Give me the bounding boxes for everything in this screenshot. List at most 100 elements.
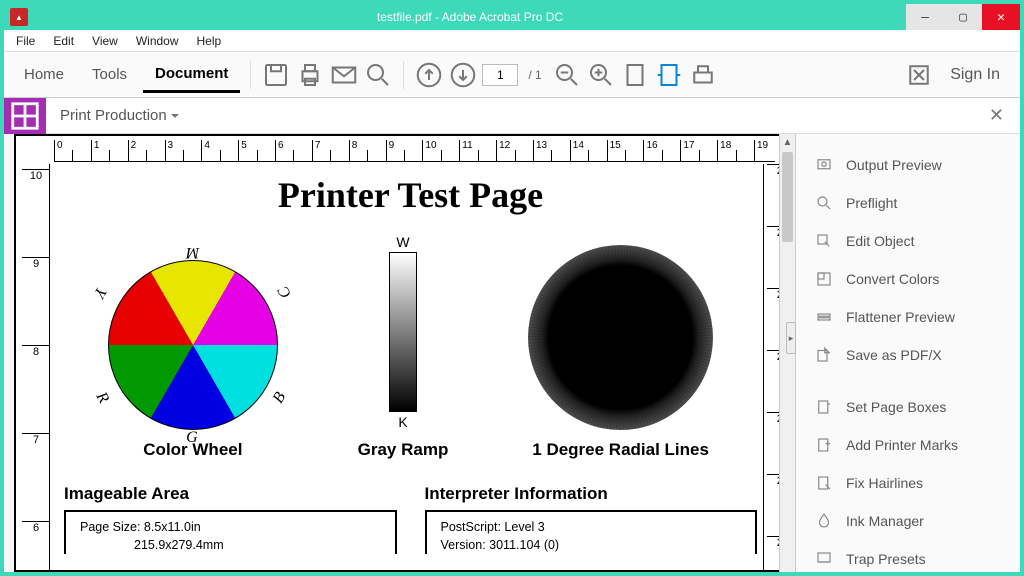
close-button[interactable]: ✕	[982, 4, 1020, 30]
menu-window[interactable]: Window	[128, 32, 187, 50]
menu-file[interactable]: File	[8, 32, 43, 50]
panel-item-save-as-pdf-x[interactable]: Save as PDF/X	[796, 336, 1020, 374]
tab-tools[interactable]: Tools	[80, 58, 139, 91]
menu-view[interactable]: View	[84, 32, 126, 50]
menubar: File Edit View Window Help	[4, 30, 1020, 52]
color-wheel: M C B G R Y	[108, 260, 278, 430]
ramp-bar	[389, 252, 417, 412]
wheel-label-c: C	[275, 283, 296, 301]
page-down-icon[interactable]	[448, 60, 478, 90]
panel-item-trap-presets[interactable]: Trap Presets	[796, 540, 1020, 572]
fix-hairlines-icon	[814, 473, 834, 493]
caption-ramp: Gray Ramp	[358, 440, 449, 460]
panel-item-label: Convert Colors	[846, 271, 939, 287]
task-pane-toggle-icon[interactable]	[904, 60, 934, 90]
page-total: / 1	[522, 68, 547, 82]
flattener-preview-icon	[814, 307, 834, 327]
imageable-heading: Imageable Area	[64, 484, 397, 504]
wheel-label-y: Y	[89, 284, 109, 301]
ink-manager-icon	[814, 511, 834, 531]
menu-edit[interactable]: Edit	[45, 32, 82, 50]
print-production-icon[interactable]	[4, 98, 46, 134]
panel-item-ink-manager[interactable]: Ink Manager	[796, 502, 1020, 540]
print-setup-icon[interactable]	[688, 60, 718, 90]
secondary-bar: Print Production ✕	[4, 98, 1020, 134]
panel-item-edit-object[interactable]: Edit Object	[796, 222, 1020, 260]
preflight-icon	[814, 193, 834, 213]
imageable-line1: Page Size: 8.5x11.0in	[80, 518, 381, 536]
right-panel: Output Preview Preflight Edit Object Conver…	[796, 134, 1020, 572]
page-content: Printer Test Page M C B G R Y Color	[58, 166, 763, 570]
panel-item-label: Set Page Boxes	[846, 399, 946, 415]
page-number-input[interactable]	[482, 64, 518, 86]
email-icon[interactable]	[329, 60, 359, 90]
panel-collapse-handle[interactable]: ▸	[786, 322, 796, 354]
add-printer-marks-icon	[814, 435, 834, 455]
app-window: ▲ testfile.pdf - Adobe Acrobat Pro DC — …	[0, 0, 1024, 576]
zoom-in-icon[interactable]	[586, 60, 616, 90]
gray-ramp: W K	[389, 234, 417, 430]
output-preview-icon	[814, 155, 834, 175]
interpreter-heading: Interpreter Information	[425, 484, 758, 504]
interpreter-info: Interpreter Information PostScript: Leve…	[425, 484, 758, 554]
panel-item-label: Save as PDF/X	[846, 347, 942, 363]
panel-item-label: Edit Object	[846, 233, 914, 249]
ramp-white-label: W	[396, 234, 409, 250]
ramp-black-label: K	[398, 414, 407, 430]
fit-width-icon[interactable]	[654, 60, 684, 90]
menu-help[interactable]: Help	[189, 32, 230, 50]
wheel-label-r: R	[92, 389, 112, 406]
radial-lines	[528, 245, 713, 430]
window-title: testfile.pdf - Adobe Acrobat Pro DC	[34, 10, 906, 24]
edit-object-icon	[814, 231, 834, 251]
scroll-thumb[interactable]	[782, 152, 793, 242]
tab-document[interactable]: Document	[143, 57, 240, 93]
interpreter-line2: Version: 3011.104 (0)	[441, 536, 742, 554]
panel-item-label: Flattener Preview	[846, 309, 955, 325]
print-icon[interactable]	[295, 60, 325, 90]
sign-in-link[interactable]: Sign In	[938, 58, 1012, 92]
tab-home[interactable]: Home	[12, 58, 76, 91]
panel-item-label: Ink Manager	[846, 513, 924, 529]
zoom-out-icon[interactable]	[552, 60, 582, 90]
panel-item-label: Preflight	[846, 195, 897, 211]
wheel-label-b: B	[270, 389, 290, 406]
panel-item-fix-hairlines[interactable]: Fix Hairlines	[796, 464, 1020, 502]
save-icon[interactable]	[261, 60, 291, 90]
print-production-label: Print Production	[60, 107, 167, 124]
set-page-boxes-icon	[814, 397, 834, 417]
separator	[403, 61, 404, 89]
panel-item-output-preview[interactable]: Output Preview	[796, 146, 1020, 184]
page-up-icon[interactable]	[414, 60, 444, 90]
trap-presets-icon	[814, 549, 834, 569]
close-panel-icon[interactable]: ✕	[989, 105, 1004, 126]
workspace: 012345678910111213141516171819 109876 27…	[4, 134, 1020, 572]
panel-item-convert-colors[interactable]: Convert Colors	[796, 260, 1020, 298]
panel-item-flattener-preview[interactable]: Flattener Preview	[796, 298, 1020, 336]
page: 012345678910111213141516171819 109876 27…	[14, 134, 795, 572]
search-icon[interactable]	[363, 60, 393, 90]
scroll-up-icon[interactable]: ▲	[780, 134, 795, 150]
panel-item-label: Add Printer Marks	[846, 437, 958, 453]
panel-item-label: Trap Presets	[846, 551, 926, 567]
interpreter-line1: PostScript: Level 3	[441, 518, 742, 536]
panel-item-set-page-boxes[interactable]: Set Page Boxes	[796, 388, 1020, 426]
print-production-dropdown[interactable]: Print Production	[46, 107, 193, 124]
navbar: Home Tools Document / 1 Sign In	[4, 52, 1020, 98]
convert-colors-icon	[814, 269, 834, 289]
document-area: 012345678910111213141516171819 109876 27…	[4, 134, 796, 572]
panel-item-add-printer-marks[interactable]: Add Printer Marks	[796, 426, 1020, 464]
fit-page-icon[interactable]	[620, 60, 650, 90]
save-as-pdf-x-icon	[814, 345, 834, 365]
ruler-top: 012345678910111213141516171819	[54, 140, 775, 162]
wheel-label-g: G	[186, 429, 198, 447]
imageable-area: Imageable Area Page Size: 8.5x11.0in 215…	[64, 484, 397, 554]
minimize-button[interactable]: —	[906, 4, 944, 30]
maximize-button[interactable]: ▢	[944, 4, 982, 30]
panel-item-label: Output Preview	[846, 157, 942, 173]
app-icon: ▲	[10, 8, 28, 26]
imageable-line2: 215.9x279.4mm	[80, 536, 381, 554]
panel-item-preflight[interactable]: Preflight	[796, 184, 1020, 222]
ruler-left: 109876	[22, 164, 50, 570]
page-title: Printer Test Page	[58, 174, 763, 216]
